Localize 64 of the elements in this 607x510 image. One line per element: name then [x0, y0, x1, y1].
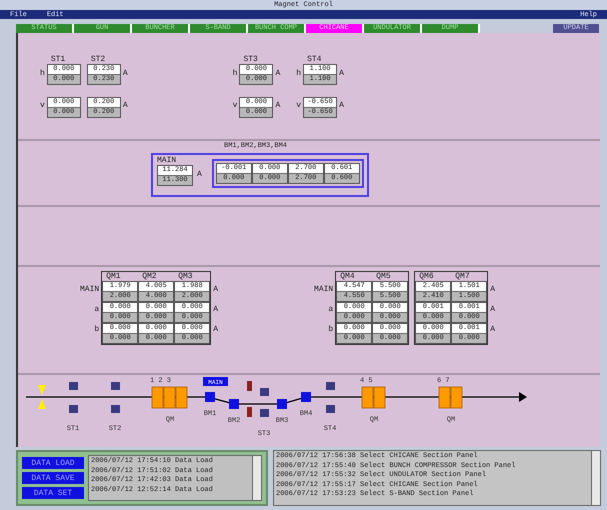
bend-magnet-icon — [229, 399, 239, 409]
quadrupole-magnet-icon — [176, 386, 188, 408]
row-label: a — [327, 304, 334, 316]
steerer-magnet-icon — [326, 382, 335, 390]
steerer-magnet-icon — [326, 405, 335, 413]
steerer-magnet-icon — [111, 382, 120, 390]
quadrupole-magnet-icon — [438, 386, 450, 408]
unit-label: A — [489, 304, 496, 316]
focus-marker-icon — [38, 385, 46, 409]
bend-magnet-icon — [205, 392, 215, 402]
quadrupole-magnet-icon — [164, 386, 176, 408]
bend-magnet-icon — [301, 392, 311, 402]
row-label: b — [93, 324, 100, 336]
row-label: h — [232, 68, 238, 80]
magnet-name: ST3 — [242, 55, 259, 64]
unit-label: A — [122, 100, 129, 112]
quadrupole-magnet-icon — [152, 386, 164, 408]
data-button[interactable]: DATA SET — [22, 487, 84, 499]
magnet-name: QM1 — [105, 272, 122, 281]
row-label: v — [232, 100, 238, 112]
magnet-name: QM5 — [375, 272, 392, 281]
magnet-name: QM2 — [141, 272, 158, 281]
steerer-magnet-icon — [69, 405, 78, 413]
magnet-name: QM3 — [177, 272, 194, 281]
row-label: MAIN — [313, 284, 334, 296]
quadrupole-magnet-icon — [374, 386, 386, 408]
magnet-name: QM6 — [418, 272, 435, 281]
row-label: h — [295, 68, 302, 80]
quadrupole-magnet-icon — [362, 386, 374, 408]
row-label: MAIN — [79, 284, 100, 296]
bend-magnet-icon — [277, 399, 287, 409]
steerer-magnet-icon — [260, 388, 269, 396]
unit-label: A — [274, 100, 282, 112]
steerer-magnet-icon — [111, 405, 120, 413]
magnet-name: ST1 — [50, 55, 66, 64]
unit-label: A — [274, 68, 282, 80]
steerer-coil-icon — [247, 381, 252, 391]
steerer-magnet-icon — [260, 409, 269, 417]
magnet-name: QM7 — [454, 272, 471, 281]
row-label: v — [39, 100, 46, 112]
magnet-name: QM4 — [339, 272, 356, 281]
steerer-coil-icon — [247, 407, 252, 417]
magnet-name: ST2 — [90, 55, 106, 64]
unit-label: A — [489, 324, 496, 336]
unit-label: A — [338, 100, 345, 112]
unit-label: A — [212, 324, 220, 336]
row-label: a — [93, 304, 100, 316]
quadrupole-magnet-icon — [450, 386, 462, 408]
scrollbar[interactable] — [591, 451, 600, 505]
unit-label: A — [196, 169, 203, 181]
scrollbar[interactable] — [252, 456, 261, 500]
unit-label: A — [212, 304, 220, 316]
unit-label: A — [489, 284, 496, 296]
data-button[interactable]: DATA SAVE — [22, 472, 84, 484]
row-label: h — [39, 68, 46, 80]
unit-label: A — [338, 68, 345, 80]
row-label: v — [295, 100, 302, 112]
row-label: b — [327, 324, 334, 336]
row-label: MAIN — [157, 156, 178, 165]
magnet-name: ST4 — [306, 55, 322, 64]
steerer-magnet-icon — [69, 382, 78, 390]
data-button[interactable]: DATA LOAD — [22, 457, 84, 469]
unit-label: A — [212, 284, 220, 296]
unit-label: A — [122, 68, 129, 80]
